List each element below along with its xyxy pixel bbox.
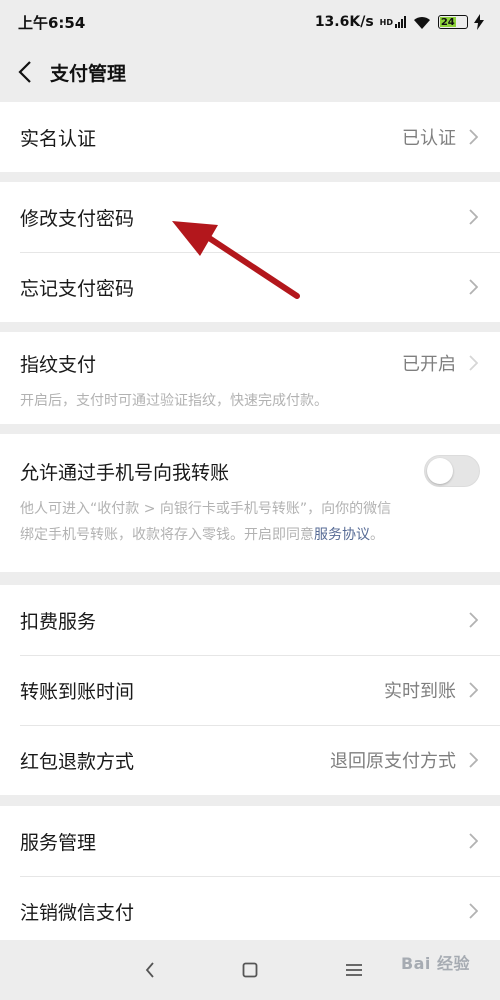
phone-transfer-toggle[interactable] xyxy=(424,455,480,487)
system-menu-button[interactable] xyxy=(342,958,366,982)
battery-icon: 24 xyxy=(438,15,468,29)
forgot-password-row[interactable]: 忘记支付密码 xyxy=(0,252,500,322)
red-packet-refund-label: 红包退款方式 xyxy=(20,750,135,773)
chevron-left-icon xyxy=(18,61,31,83)
phone-transfer-description-end: 。 xyxy=(370,527,384,543)
chevron-right-icon xyxy=(468,278,480,296)
navigation-bar: 支付管理 xyxy=(0,44,500,100)
signal-icon xyxy=(395,16,406,28)
change-password-label: 修改支付密码 xyxy=(20,207,135,230)
transfer-arrival-value: 实时到账 xyxy=(384,681,456,702)
service-manage-row[interactable]: 服务管理 xyxy=(0,806,500,876)
phone-transfer-description-text: 绑定手机号转账，收款将存入零钱。开启即同意 xyxy=(20,527,314,543)
fingerprint-section: 指纹支付 已开启 开启后，支付时可通过验证指纹，快速完成付款。 xyxy=(0,332,500,424)
services-section: 扣费服务 转账到账时间 实时到账 红包退款方式 退回原支付方式 xyxy=(0,585,500,795)
cancel-wechat-pay-row[interactable]: 注销微信支付 xyxy=(0,876,500,946)
phone-transfer-description: 他人可进入“收付款 > 向银行卡或手机号转账”，向你的微信 绑定手机号转账，收款… xyxy=(20,496,480,548)
status-indicators: 13.6K/s HD 24 xyxy=(315,14,484,30)
forgot-password-label: 忘记支付密码 xyxy=(20,277,135,300)
page-title: 支付管理 xyxy=(50,62,127,85)
cancel-wechat-pay-label: 注销微信支付 xyxy=(20,901,135,924)
phone-transfer-label: 允许通过手机号向我转账 xyxy=(20,461,230,484)
chevron-right-icon xyxy=(468,832,480,850)
transfer-arrival-row[interactable]: 转账到账时间 实时到账 xyxy=(0,655,500,725)
fingerprint-row[interactable]: 指纹支付 已开启 xyxy=(0,332,500,394)
password-section: 修改支付密码 忘记支付密码 xyxy=(0,182,500,322)
deduction-service-row[interactable]: 扣费服务 xyxy=(0,585,500,655)
toggle-knob xyxy=(427,458,453,484)
status-time: 上午6:54 xyxy=(18,13,86,32)
system-home-button[interactable] xyxy=(238,958,262,982)
chevron-right-icon xyxy=(468,354,480,372)
status-bar: 上午6:54 13.6K/s HD 24 xyxy=(0,0,500,44)
network-type: HD xyxy=(379,17,393,27)
chevron-right-icon xyxy=(468,902,480,920)
watermark: Bai 经验 xyxy=(400,954,470,973)
wifi-icon xyxy=(414,16,430,29)
service-manage-label: 服务管理 xyxy=(20,831,97,854)
manage-section: 服务管理 注销微信支付 xyxy=(0,806,500,946)
red-packet-refund-value: 退回原支付方式 xyxy=(330,751,456,772)
battery-level: 24 xyxy=(440,16,456,28)
chevron-right-icon xyxy=(468,128,480,146)
fingerprint-description: 开启后，支付时可通过验证指纹，快速完成付款。 xyxy=(20,393,328,409)
back-button[interactable] xyxy=(0,44,50,100)
identity-row[interactable]: 实名认证 已认证 xyxy=(0,102,500,172)
network-speed: 13.6K/s xyxy=(314,14,374,30)
menu-icon xyxy=(346,964,362,976)
identity-label: 实名认证 xyxy=(20,127,97,150)
identity-section: 实名认证 已认证 xyxy=(0,102,500,172)
chevron-right-icon xyxy=(468,681,480,699)
system-back-button[interactable] xyxy=(138,958,162,982)
deduction-service-label: 扣费服务 xyxy=(20,610,97,633)
fingerprint-label: 指纹支付 xyxy=(20,353,97,376)
phone-transfer-section: 允许通过手机号向我转账 他人可进入“收付款 > 向银行卡或手机号转账”，向你的微… xyxy=(0,434,500,572)
charging-icon xyxy=(474,14,484,30)
chevron-right-icon xyxy=(468,611,480,629)
chevron-right-icon xyxy=(468,208,480,226)
fingerprint-value: 已开启 xyxy=(402,354,456,375)
chevron-left-icon xyxy=(145,962,154,978)
transfer-arrival-label: 转账到账时间 xyxy=(20,680,135,703)
change-password-row[interactable]: 修改支付密码 xyxy=(0,182,500,252)
phone-transfer-description-line2: 绑定手机号转账，收款将存入零钱。开启即同意服务协议。 xyxy=(20,522,480,548)
chevron-right-icon xyxy=(468,751,480,769)
phone-transfer-description-line1: 他人可进入“收付款 > 向银行卡或手机号转账”，向你的微信 xyxy=(20,501,392,517)
identity-value: 已认证 xyxy=(402,128,456,149)
square-icon xyxy=(242,962,258,978)
red-packet-refund-row[interactable]: 红包退款方式 退回原支付方式 xyxy=(0,725,500,795)
service-agreement-link[interactable]: 服务协议 xyxy=(314,527,370,543)
